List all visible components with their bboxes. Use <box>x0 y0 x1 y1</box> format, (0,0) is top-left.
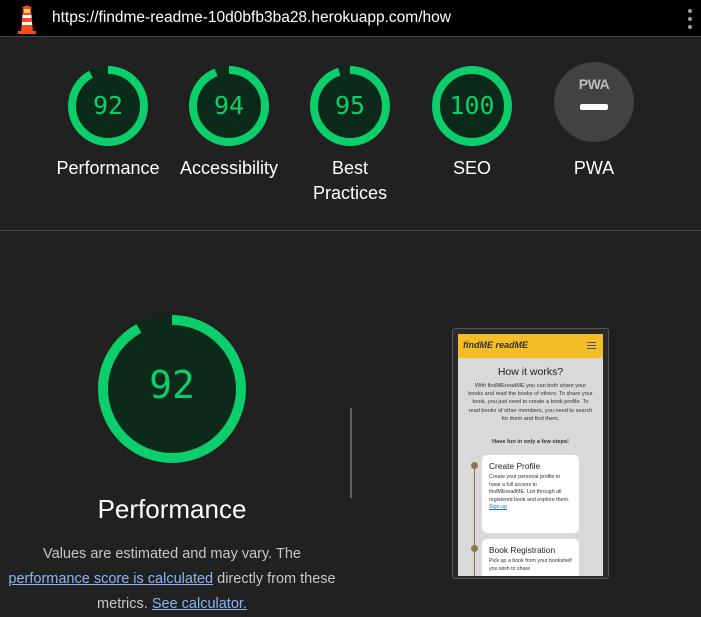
pwa-badge-text: PWA <box>578 76 610 92</box>
pwa-label: PWA <box>573 158 615 178</box>
step-card: Book Registration Pick up a book from yo… <box>482 539 579 576</box>
site-header: findME readME <box>458 334 603 358</box>
lighthouse-icon <box>18 5 36 34</box>
page-url[interactable]: https://findme-readme-10d0bfb3ba28.herok… <box>52 9 451 27</box>
sign-up-link: Sign up <box>489 504 507 511</box>
site-tagline: Have fun in only a few steps! <box>492 439 569 445</box>
site-heading: How it works? <box>497 366 564 378</box>
score-label: Best Practices <box>312 158 388 203</box>
step-title: Create Profile <box>489 461 541 471</box>
score-value: 92 <box>92 91 124 120</box>
score-value: 100 <box>449 91 495 120</box>
step-card: Create Profile Create your personal prof… <box>482 455 579 533</box>
timeline-dot <box>471 545 478 552</box>
performance-title: Performance <box>97 494 247 524</box>
performance-description: Values are estimated and may vary. The p… <box>0 542 344 617</box>
hamburger-icon <box>587 342 596 351</box>
gauge-performance[interactable]: 92 <box>48 62 168 150</box>
desc-prefix: Values are estimated and may vary. The <box>43 546 301 562</box>
step-text: Pick up a book from your bookshelf you w… <box>489 558 572 572</box>
score-value: 95 <box>334 91 366 120</box>
kebab-menu-icon[interactable] <box>684 8 696 30</box>
score-label: Performance <box>56 158 160 178</box>
gauge-seo[interactable]: 100 <box>412 62 532 150</box>
site-logo: findME readME <box>463 340 529 350</box>
divider <box>350 408 352 498</box>
page-screenshot-thumbnail[interactable]: findME readME How it works? With findMEr… <box>452 328 609 579</box>
phone-screenshot: findME readME How it works? With findMEr… <box>458 334 603 576</box>
url-bar: https://findme-readme-10d0bfb3ba28.herok… <box>0 0 701 37</box>
score-value: 94 <box>213 91 245 120</box>
gauge-accessibility[interactable]: 94 <box>169 62 289 150</box>
see-calculator-link[interactable]: See calculator. <box>152 596 247 612</box>
score-label: Accessibility <box>179 158 279 178</box>
pwa-dash-icon <box>580 104 608 110</box>
score-label: SEO <box>452 158 491 178</box>
gauge-best-practices[interactable]: 95 <box>290 62 410 150</box>
performance-score: 92 <box>149 363 195 407</box>
pwa-badge[interactable]: PWA <box>554 62 634 142</box>
timeline-line <box>474 462 475 576</box>
step-text: Create your personal profile to have a f… <box>489 474 570 511</box>
site-intro: With findMEreadME you can both share you… <box>468 383 593 422</box>
timeline-dot <box>471 462 478 469</box>
step-title: Book Registration <box>489 545 556 555</box>
performance-score-link[interactable]: performance score is calculated <box>8 571 213 587</box>
